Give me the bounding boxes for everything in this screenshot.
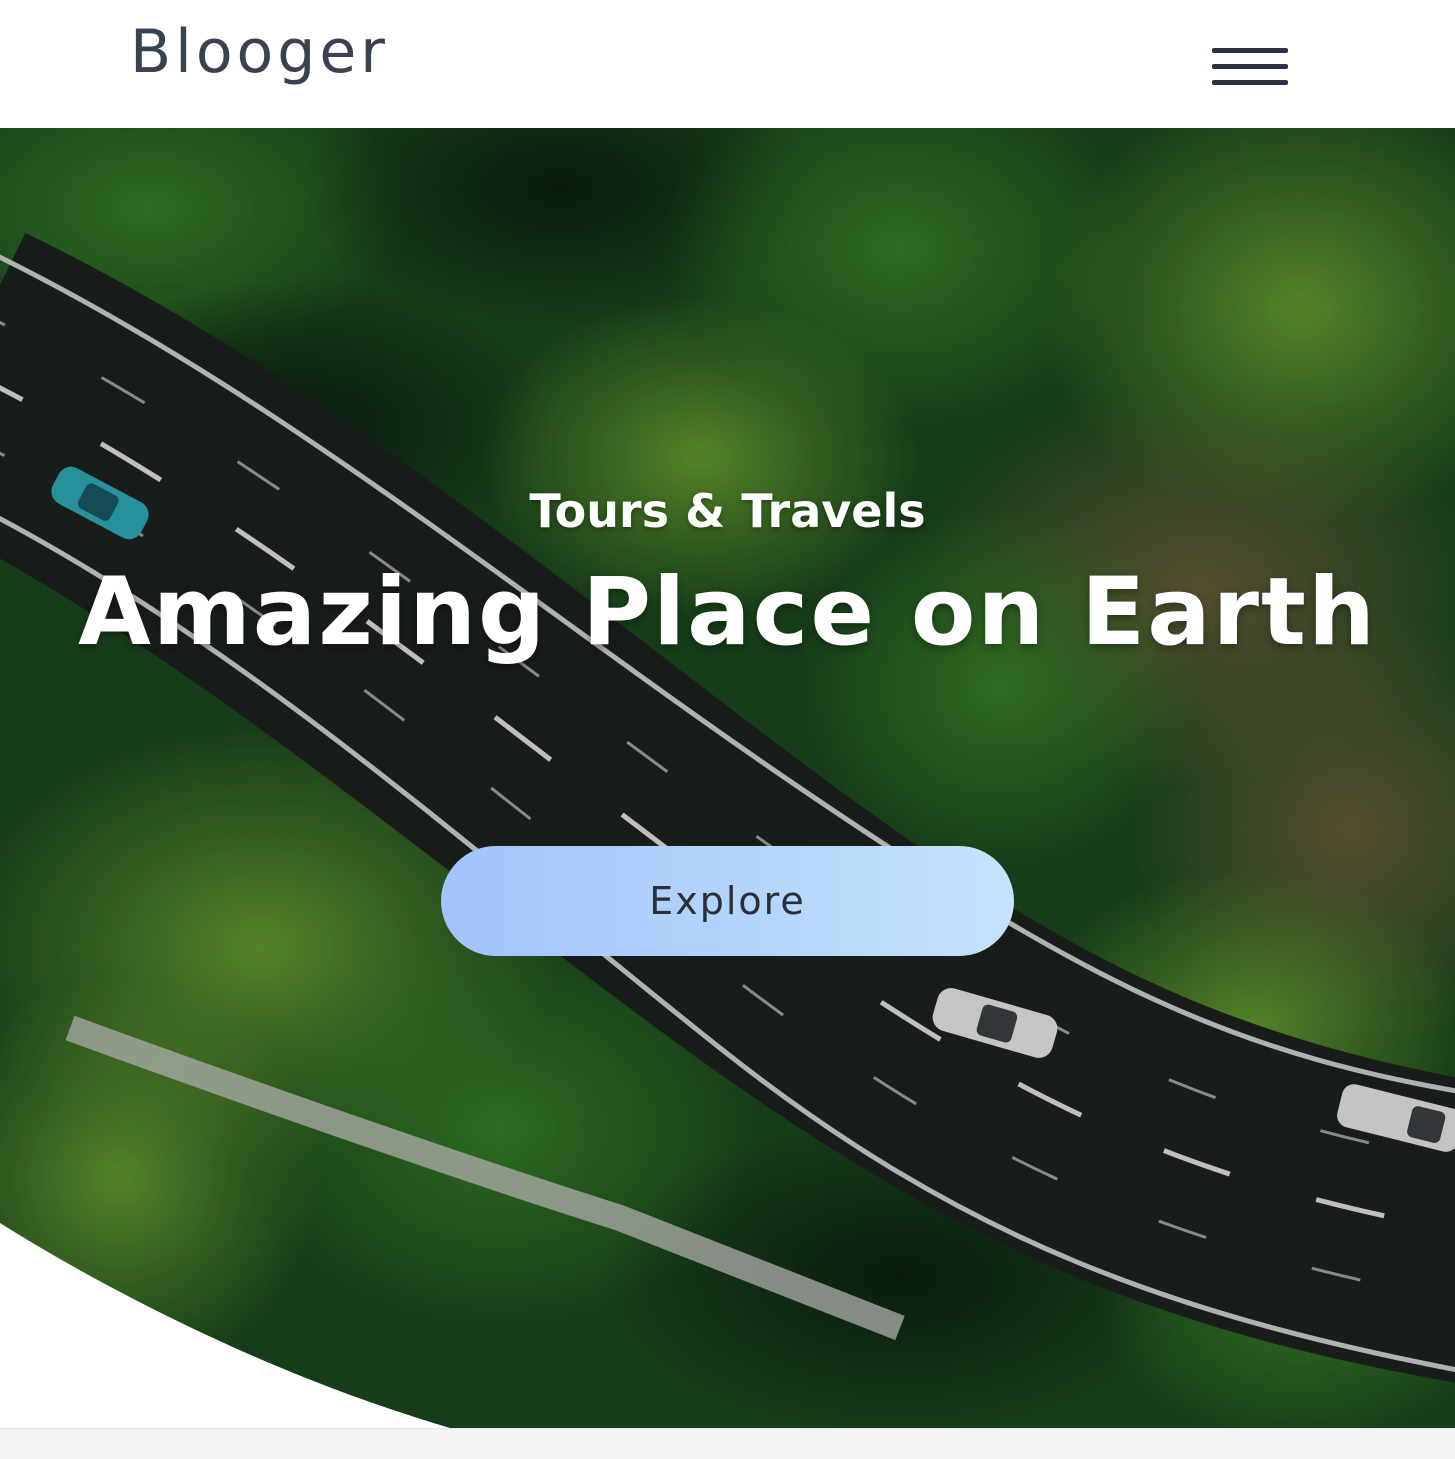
menu-bar [1212,48,1288,53]
hero-title: Amazing Place on Earth [78,558,1377,667]
menu-bar [1212,64,1288,69]
site-header: Blooger [0,0,1455,128]
site-logo[interactable]: Blooger [130,22,389,82]
page: Blooger Tours & Travels Amazing Place on… [0,0,1455,1459]
hero-section: Tours & Travels Amazing Place on Earth E… [0,128,1455,1428]
hamburger-menu-icon[interactable] [1206,44,1290,90]
explore-button[interactable]: Explore [441,846,1014,956]
hero-subtitle: Tours & Travels [529,484,926,538]
next-section-edge [0,1428,1455,1459]
hero-content: Tours & Travels Amazing Place on Earth E… [0,128,1455,1428]
menu-bar [1212,80,1288,85]
